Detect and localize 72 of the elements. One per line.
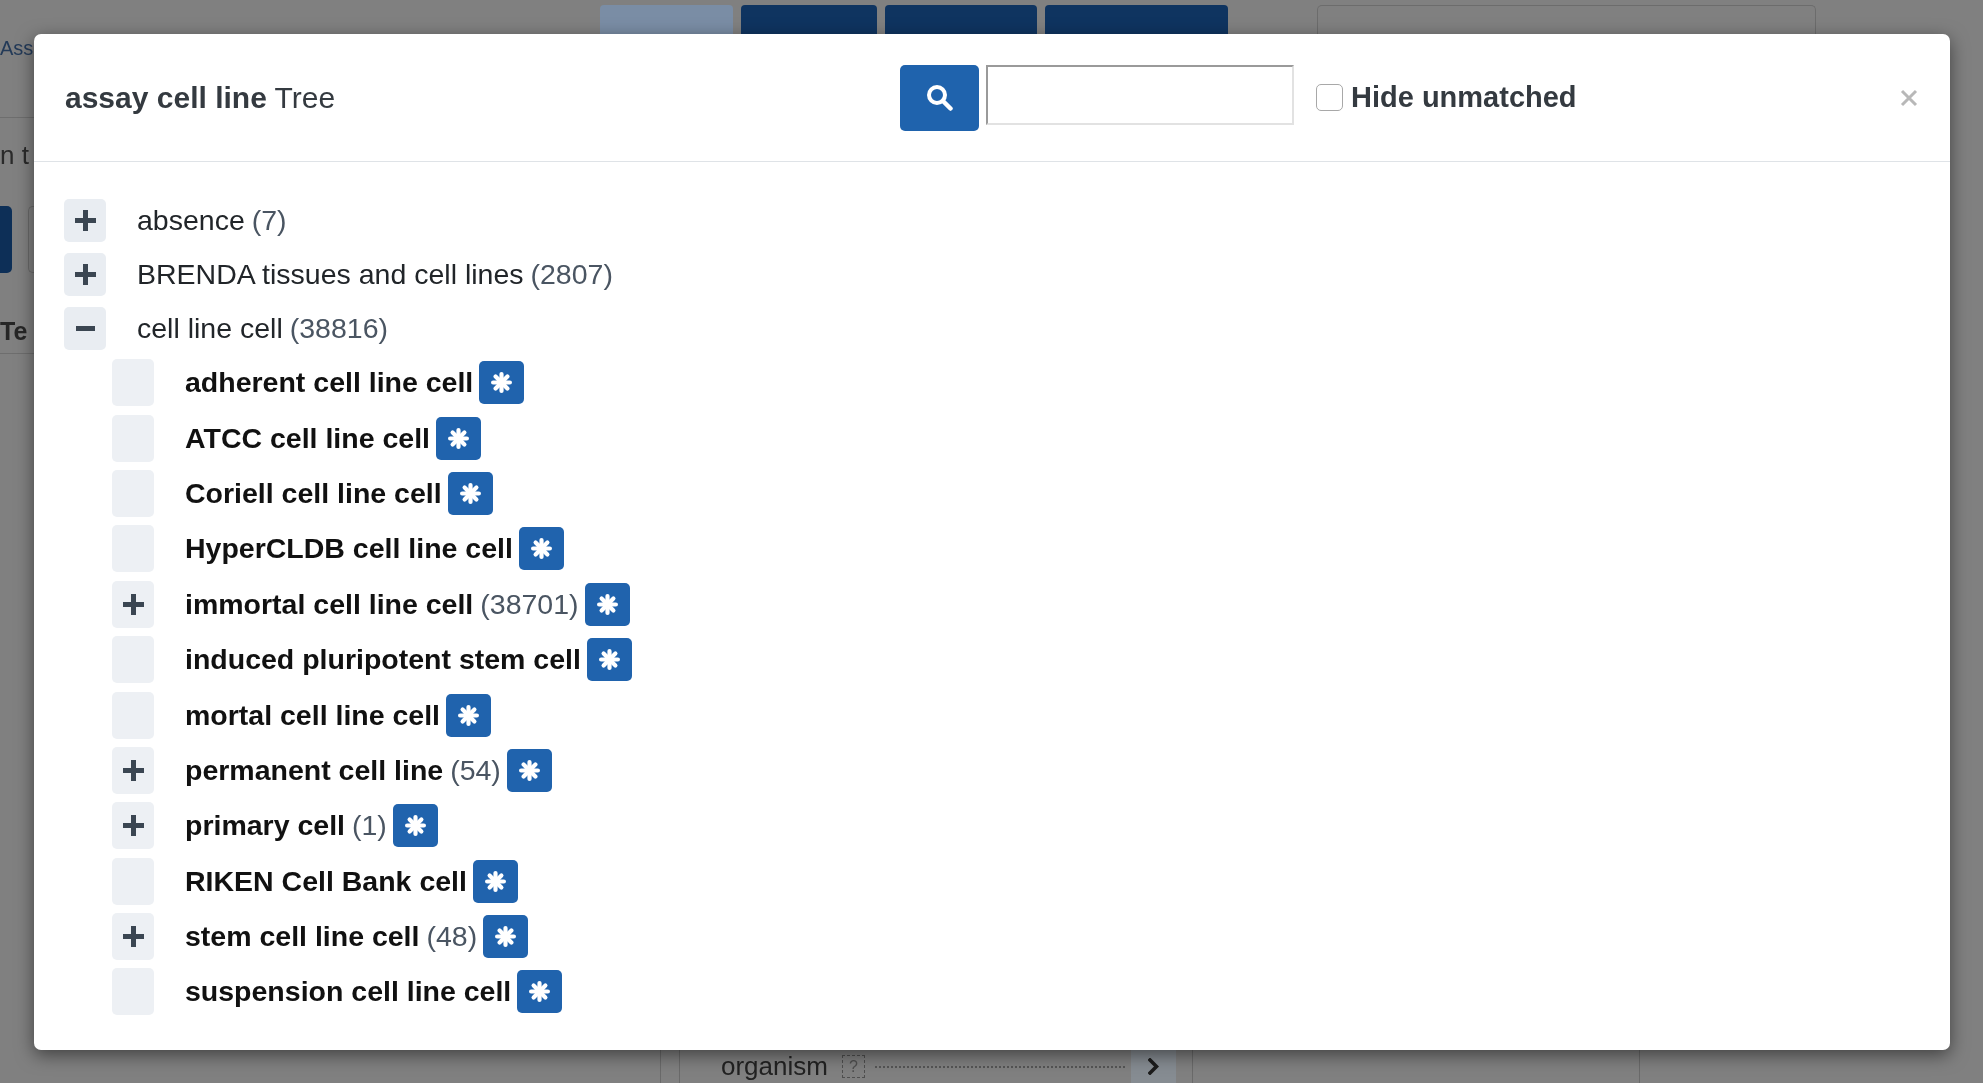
tree-item-label[interactable]: primary cell bbox=[185, 809, 345, 843]
wildcard-button[interactable] bbox=[447, 471, 493, 515]
tree-item-label[interactable]: Coriell cell line cell bbox=[185, 476, 442, 510]
expand-toggle[interactable] bbox=[112, 802, 154, 850]
asterisk-icon bbox=[484, 870, 506, 892]
asterisk-icon bbox=[404, 815, 426, 837]
plus-icon bbox=[74, 209, 96, 231]
body-text: n t bbox=[0, 140, 29, 170]
plus-icon bbox=[122, 759, 144, 781]
item-count: (7) bbox=[251, 203, 287, 237]
tree-item-label[interactable]: permanent cell line bbox=[185, 753, 444, 787]
tree-item-label[interactable]: stem cell line cell bbox=[185, 920, 420, 954]
field-label: organism bbox=[721, 1050, 828, 1083]
wildcard-button[interactable] bbox=[479, 361, 525, 405]
asterisk-icon bbox=[529, 981, 551, 1003]
tree-item-label[interactable]: RIKEN Cell Bank cell bbox=[185, 864, 467, 898]
tree-item-label[interactable]: ATCC cell line cell bbox=[185, 421, 430, 455]
wildcard-button[interactable] bbox=[483, 915, 529, 959]
asterisk-icon bbox=[458, 704, 480, 726]
asterisk-icon bbox=[530, 538, 552, 560]
wildcard-button[interactable] bbox=[506, 748, 552, 792]
wildcard-button[interactable] bbox=[392, 804, 438, 848]
expand-toggle[interactable] bbox=[112, 580, 154, 628]
expand-toggle[interactable] bbox=[112, 913, 154, 961]
item-count: (54) bbox=[450, 753, 501, 787]
tree-item-label[interactable]: adherent cell line cell bbox=[185, 366, 474, 400]
asterisk-icon bbox=[491, 372, 513, 394]
tree-item-label[interactable]: mortal cell line cell bbox=[185, 698, 441, 732]
minus-icon bbox=[75, 325, 95, 331]
checkbox[interactable] bbox=[1316, 84, 1343, 111]
search-button[interactable] bbox=[900, 64, 979, 131]
plus-icon bbox=[122, 926, 144, 948]
chevron-right-icon bbox=[1148, 1058, 1159, 1075]
tree-item-label[interactable]: HyperCLDB cell line cell bbox=[185, 532, 513, 566]
item-count: (48) bbox=[426, 920, 478, 954]
asterisk-icon bbox=[596, 593, 618, 615]
expand-toggle[interactable] bbox=[64, 198, 106, 242]
plus-icon bbox=[122, 593, 144, 615]
item-count: (2807) bbox=[530, 257, 613, 291]
wildcard-button[interactable] bbox=[518, 527, 564, 571]
search-field[interactable] bbox=[986, 64, 1294, 125]
expand-toggle[interactable] bbox=[64, 252, 106, 296]
item-count: (1) bbox=[352, 809, 387, 843]
item-count: (38701) bbox=[480, 587, 579, 621]
tree-item-label[interactable]: immortal cell line cell bbox=[185, 587, 474, 621]
expand-toggle[interactable] bbox=[64, 306, 106, 350]
plus-icon bbox=[122, 815, 144, 837]
item-count: (38816) bbox=[289, 311, 388, 345]
wildcard-button[interactable] bbox=[446, 693, 492, 737]
expand-button[interactable] bbox=[1131, 1050, 1176, 1083]
tab-label[interactable]: Te bbox=[0, 317, 28, 345]
asterisk-icon bbox=[495, 926, 517, 948]
tree-item-label[interactable]: suspension cell line cell bbox=[185, 975, 512, 1009]
heading-text: Ass bbox=[0, 37, 34, 59]
plus-icon bbox=[74, 263, 96, 285]
tree-item-label[interactable]: absence bbox=[137, 203, 245, 237]
search-icon bbox=[926, 84, 953, 111]
tree-item-label[interactable]: cell line cell bbox=[137, 311, 283, 345]
dialog-title: assay cell line Tree bbox=[65, 80, 337, 115]
tree-item-label[interactable]: induced pluripotent stem cell bbox=[185, 643, 581, 677]
expand-toggle[interactable] bbox=[112, 746, 154, 794]
asterisk-icon bbox=[447, 427, 469, 449]
asterisk-icon bbox=[598, 649, 620, 671]
wildcard-button[interactable] bbox=[517, 970, 563, 1014]
wildcard-button[interactable] bbox=[472, 859, 518, 903]
wildcard-button[interactable] bbox=[435, 416, 481, 460]
asterisk-icon bbox=[518, 759, 540, 781]
wildcard-button[interactable] bbox=[584, 582, 630, 626]
wildcard-button[interactable] bbox=[586, 638, 632, 682]
tree-item-label[interactable]: BRENDA tissues and cell lines bbox=[137, 257, 524, 291]
asterisk-icon bbox=[459, 482, 481, 504]
checkbox-label[interactable]: Hide unmatched bbox=[1351, 81, 1577, 114]
